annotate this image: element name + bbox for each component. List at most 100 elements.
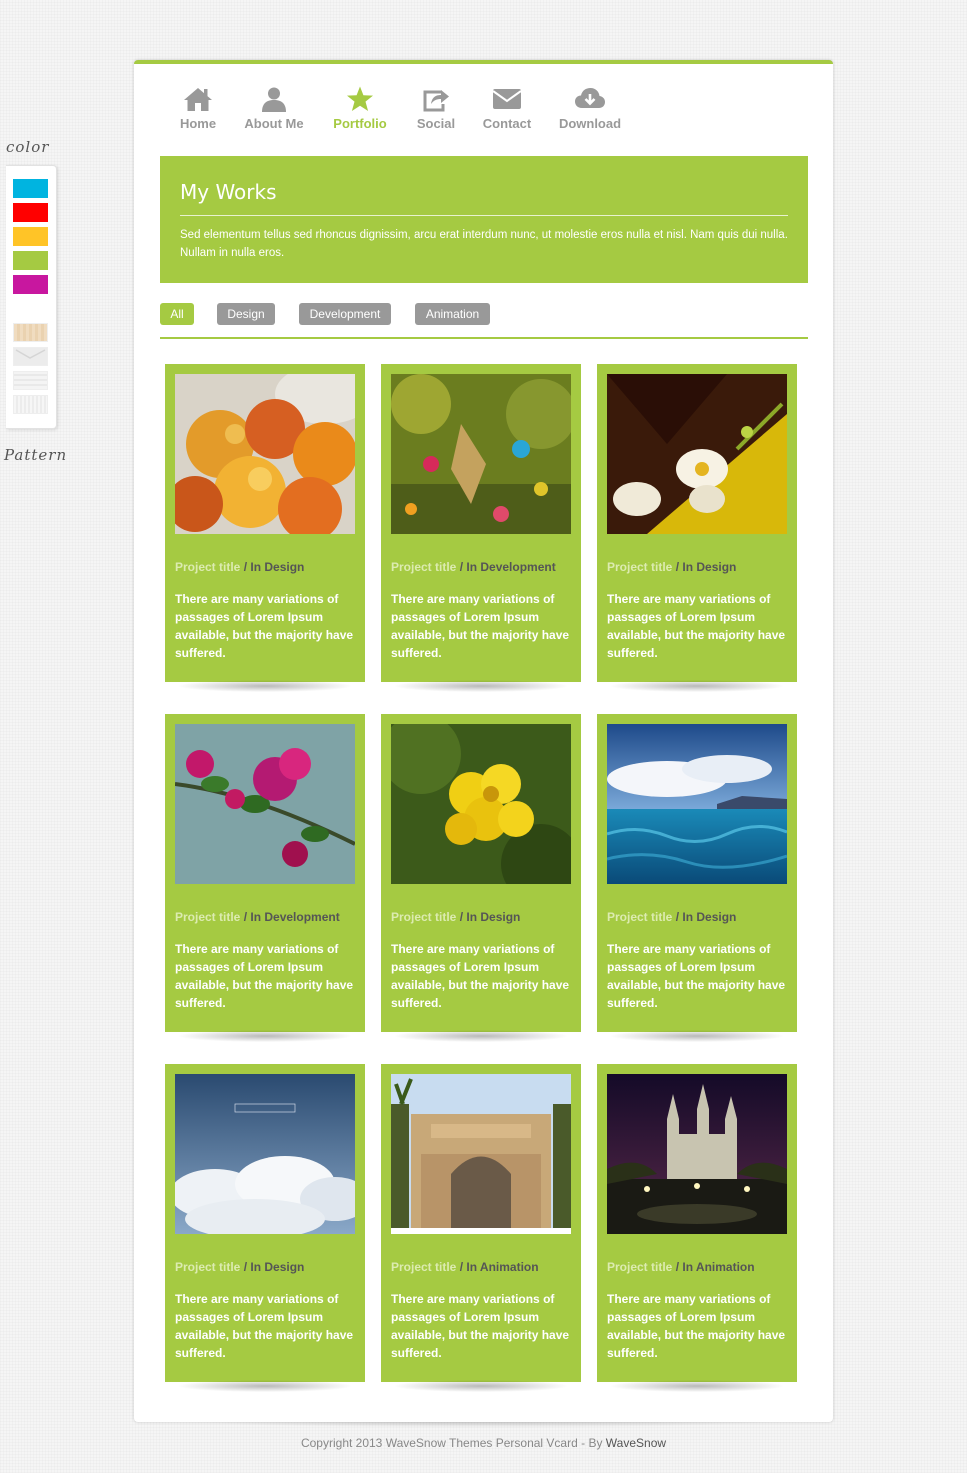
filter-design[interactable]: Design	[217, 303, 275, 325]
project-description: There are many variations of passages of…	[391, 942, 570, 1010]
project-title-link[interactable]: Project title	[175, 910, 240, 924]
nav-contact[interactable]: Contact	[482, 86, 532, 131]
filter-animation[interactable]: Animation	[415, 303, 490, 325]
project-card[interactable]: Project title / In Design There are many…	[165, 1064, 365, 1392]
project-caption: Project title / In Design	[391, 910, 576, 924]
project-card[interactable]: Project title / In Design There are many…	[381, 714, 581, 1042]
tile-shadow	[179, 1380, 351, 1392]
project-card[interactable]: Project title / In Animation There are m…	[597, 1064, 797, 1392]
color-swatch-magenta[interactable]	[13, 275, 48, 294]
share-icon	[423, 90, 449, 112]
pattern-swatch-stripes[interactable]	[13, 395, 48, 414]
project-thumbnail-bougainvillea	[175, 724, 355, 884]
project-card[interactable]: Project title / In Development There are…	[165, 714, 365, 1042]
tile-shadow	[611, 1030, 783, 1042]
cloud-download-icon	[575, 88, 605, 108]
color-swatch-yellow[interactable]	[13, 227, 48, 246]
pattern-swatch-envelope[interactable]	[13, 347, 48, 366]
header-description: Sed elementum tellus sed rhoncus digniss…	[180, 229, 788, 259]
project-caption: Project title / In Design	[175, 1260, 360, 1274]
main-card: Home About Me Portfolio Social Contact D…	[134, 60, 833, 1422]
project-caption: Project title / In Design	[607, 560, 792, 574]
project-thumbnail-peaches	[175, 374, 355, 534]
project-card[interactable]: Project title / In Animation There are m…	[381, 1064, 581, 1392]
project-caption: Project title / In Animation	[607, 1260, 792, 1274]
project-title-link[interactable]: Project title	[391, 560, 456, 574]
project-title-link[interactable]: Project title	[175, 560, 240, 574]
copyright-text: Copyright 2013 WaveSnow Themes Personal …	[300, 1436, 606, 1450]
project-title-link[interactable]: Project title	[607, 1260, 672, 1274]
color-label: color	[6, 138, 50, 156]
filter-divider	[160, 337, 808, 339]
project-thumbnail-stratocumulus	[175, 1074, 355, 1234]
tile-shadow	[395, 1380, 567, 1392]
project-category: / In Development	[456, 560, 556, 574]
color-swatch-red[interactable]	[13, 203, 48, 222]
project-thumbnail-gate	[391, 1074, 571, 1234]
project-thumbnail-garden	[391, 374, 571, 534]
project-card[interactable]: Project title / In Design There are many…	[597, 714, 797, 1042]
project-caption: Project title / In Design	[175, 560, 360, 574]
project-description: There are many variations of passages of…	[175, 592, 354, 660]
nav-home[interactable]: Home	[178, 86, 218, 131]
project-description: There are many variations of passages of…	[391, 592, 570, 660]
nav-portfolio-label: Portfolio	[333, 116, 387, 131]
project-title-link[interactable]: Project title	[607, 910, 672, 924]
color-swatch-cyan[interactable]	[13, 179, 48, 198]
project-caption: Project title / In Animation	[391, 1260, 576, 1274]
project-category: / In Design	[672, 560, 737, 574]
nav-portfolio[interactable]: Portfolio	[330, 86, 390, 164]
tile-shadow	[179, 1030, 351, 1042]
project-thumbnail-sea	[607, 724, 787, 884]
project-card[interactable]: Project title / In Design There are many…	[165, 364, 365, 692]
star-icon	[347, 86, 373, 111]
project-description: There are many variations of passages of…	[391, 1292, 570, 1360]
project-category: / In Design	[240, 560, 305, 574]
envelope-icon	[492, 89, 522, 109]
tile-shadow	[611, 1380, 783, 1392]
color-swatch-green[interactable]	[13, 251, 48, 270]
project-title-link[interactable]: Project title	[607, 560, 672, 574]
project-thumbnail-cathedral	[607, 1074, 787, 1234]
nav-home-label: Home	[179, 116, 217, 131]
project-thumbnail-orchid	[607, 374, 787, 534]
nav-social-label: Social	[416, 116, 456, 131]
project-card[interactable]: Project title / In Design There are many…	[597, 364, 797, 692]
home-icon	[184, 88, 212, 111]
tile-shadow	[179, 680, 351, 692]
project-category: / In Animation	[672, 1260, 755, 1274]
nav-social[interactable]: Social	[414, 86, 458, 131]
filter-all[interactable]: All	[160, 303, 194, 325]
nav-download[interactable]: Download	[558, 86, 622, 131]
brand-link[interactable]: WaveSnow	[606, 1436, 666, 1450]
project-description: There are many variations of passages of…	[175, 942, 354, 1010]
project-description: There are many variations of passages of…	[607, 1292, 786, 1360]
filter-development[interactable]: Development	[299, 303, 391, 325]
pattern-swatch-wood[interactable]	[13, 323, 48, 342]
page-title: My Works	[180, 180, 277, 204]
nav-about-label: About Me	[244, 116, 304, 131]
header-divider	[180, 215, 788, 216]
user-icon	[262, 87, 286, 112]
project-card[interactable]: Project title / In Development There are…	[381, 364, 581, 692]
style-switcher	[6, 165, 57, 429]
project-category: / In Design	[672, 910, 737, 924]
project-category: / In Design	[240, 1260, 305, 1274]
nav-download-label: Download	[558, 116, 622, 131]
tile-shadow	[395, 1030, 567, 1042]
nav-contact-label: Contact	[482, 116, 532, 131]
project-caption: Project title / In Design	[607, 910, 792, 924]
project-title-link[interactable]: Project title	[175, 1260, 240, 1274]
project-title-link[interactable]: Project title	[391, 1260, 456, 1274]
pattern-swatch-waves[interactable]	[13, 371, 48, 390]
project-description: There are many variations of passages of…	[175, 1292, 354, 1360]
project-category: / In Development	[240, 910, 340, 924]
nav-about[interactable]: About Me	[242, 86, 306, 131]
tile-shadow	[395, 680, 567, 692]
project-category: / In Design	[456, 910, 521, 924]
project-category: / In Animation	[456, 1260, 539, 1274]
pattern-label: Pattern	[4, 446, 68, 464]
project-title-link[interactable]: Project title	[391, 910, 456, 924]
footer: Copyright 2013 WaveSnow Themes Personal …	[0, 1436, 967, 1450]
project-thumbnail-yellow-flowers	[391, 724, 571, 884]
